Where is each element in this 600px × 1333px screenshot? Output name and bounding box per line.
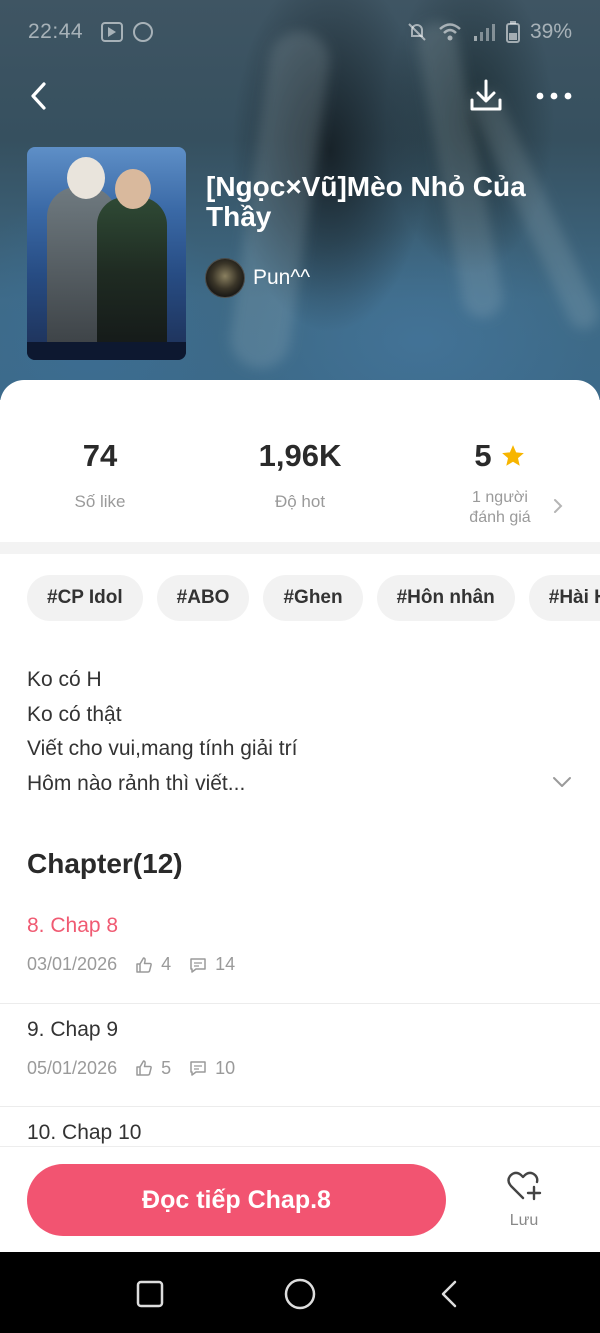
more-dots-icon[interactable] [532, 78, 576, 114]
chapter-title: 10. Chap 10 [27, 1121, 142, 1144]
chapter-heading: Chapter(12) [27, 848, 183, 879]
author-name: Pun^^ [253, 266, 311, 289]
save-button[interactable]: Lưu [494, 1169, 554, 1239]
chapter-title: 9. Chap 9 [27, 1017, 119, 1041]
hot-value: 1,96K [258, 438, 342, 473]
heart-plus-icon [507, 1171, 542, 1201]
mute-icon [408, 23, 426, 41]
stat-hot: 1,96K Độ hot [200, 436, 400, 512]
tag-chip[interactable]: #Hài H [528, 575, 600, 621]
chapter-item[interactable]: 8. Chap 8 03/01/2026 4 14 [0, 900, 600, 1004]
description-line: Viết cho vui,mang tính giải trí [27, 737, 298, 760]
likes-label: Số like [74, 492, 126, 511]
stats-row: 74 Số like 1,96K Độ hot 5 1 người đánh g… [0, 436, 600, 536]
chapter-item[interactable]: 9. Chap 9 05/01/2026 5 10 [0, 1004, 600, 1107]
tag-list: #CP Idol #ABO #Ghen #Hôn nhân #Hài H [27, 575, 600, 621]
description-line: Hôm nào rảnh thì viết... [27, 771, 246, 795]
continue-reading-button[interactable]: Đọc tiếp Chap.8 [27, 1164, 446, 1236]
rating-value: 5 [474, 438, 492, 473]
home-icon[interactable] [280, 1274, 320, 1314]
youtube-icon [101, 22, 124, 42]
chapter-comments: 14 [215, 954, 236, 974]
save-label: Lưu [509, 1212, 539, 1229]
section-divider [0, 542, 600, 554]
avatar [205, 258, 245, 298]
signal-icon [473, 24, 495, 41]
description-line: Ko có H [27, 668, 102, 691]
chapter-likes: 5 [161, 1057, 172, 1078]
star-icon [501, 445, 524, 466]
tag-chip[interactable]: #Hôn nhân [376, 575, 515, 621]
chapter-title: 8. Chap 8 [27, 914, 119, 937]
book-title: [Ngọc×Vũ]Mèo Nhỏ Của Thầy [206, 171, 526, 232]
recent-apps-icon[interactable] [130, 1274, 170, 1314]
chapter-likes: 4 [161, 954, 172, 974]
top-nav [0, 70, 600, 122]
chapter-date: 05/01/2026 [27, 1057, 118, 1078]
chevron-left-icon[interactable] [22, 78, 58, 114]
battery-level: 39% [529, 20, 572, 43]
tag-chip[interactable]: #CP Idol [27, 575, 143, 621]
chevron-right-icon[interactable] [552, 498, 564, 514]
battery-icon [505, 21, 520, 43]
description-line: Ko có thật [27, 702, 122, 726]
book-cover[interactable] [27, 147, 186, 360]
comment-icon [190, 1061, 206, 1076]
stat-likes: 74 Số like [0, 436, 200, 512]
status-bar: 22:44 39% [0, 0, 600, 64]
thumbs-up-icon [136, 1060, 152, 1076]
back-icon[interactable] [430, 1274, 470, 1314]
thumbs-up-icon [136, 956, 152, 973]
chapter-comments: 10 [215, 1057, 236, 1078]
download-icon[interactable] [466, 76, 506, 116]
book-description: Ko có H Ko có thật Viết cho vui,mang tín… [27, 663, 547, 801]
rating-label: đánh giá [469, 509, 531, 526]
tag-chip[interactable]: #ABO [156, 575, 250, 621]
likes-value: 74 [82, 438, 118, 473]
stat-rating[interactable]: 5 1 người đánh giá [400, 436, 600, 528]
messenger-icon [133, 22, 154, 42]
wifi-icon [439, 23, 461, 41]
status-time: 22:44 [28, 20, 84, 43]
author[interactable]: Pun^^ [205, 258, 310, 298]
hot-label: Độ hot [274, 492, 326, 511]
chapter-date: 03/01/2026 [27, 954, 118, 974]
tag-chip[interactable]: #Ghen [263, 575, 363, 621]
book-header: 22:44 39% [Ngọc×Vũ]Mèo Nhỏ Của Thầy Pun^… [0, 0, 600, 400]
book-detail-card: 74 Số like 1,96K Độ hot 5 1 người đánh g… [0, 380, 600, 1250]
chevron-down-icon[interactable] [550, 774, 574, 790]
comment-icon [190, 957, 206, 973]
rating-count-label: 1 người [472, 489, 528, 506]
system-navigation-bar [0, 1252, 600, 1333]
bottom-action-bar: Đọc tiếp Chap.8 Lưu [0, 1146, 600, 1252]
